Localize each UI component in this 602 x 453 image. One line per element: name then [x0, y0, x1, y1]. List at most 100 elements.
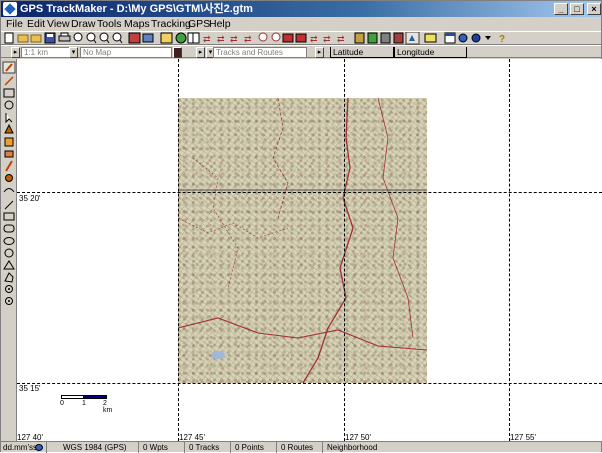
- track-icon[interactable]: [128, 32, 141, 44]
- rectangle-icon[interactable]: [3, 212, 15, 221]
- zoom-fit-icon[interactable]: [112, 32, 123, 44]
- zoom-out-icon[interactable]: [99, 32, 110, 44]
- print-icon[interactable]: [58, 32, 71, 42]
- fill-icon[interactable]: [5, 174, 13, 182]
- menu-tracking[interactable]: Tracking: [151, 17, 191, 31]
- menu-help[interactable]: Help: [209, 17, 231, 31]
- minimize-button[interactable]: _: [554, 3, 568, 15]
- target-icon[interactable]: [5, 297, 13, 305]
- longitude-label: 127 50': [345, 433, 371, 441]
- waypoint-tool-icon[interactable]: ⇄: [203, 34, 211, 44]
- pencil-icon[interactable]: [2, 61, 16, 74]
- track-edit-icon[interactable]: ⇄: [244, 34, 252, 44]
- drawing-tools: [2, 61, 16, 305]
- rotate-icon[interactable]: [4, 100, 14, 110]
- menu-file[interactable]: File: [6, 17, 23, 31]
- svg-text:⇄: ⇄: [230, 34, 238, 44]
- topo-map-image: [178, 98, 427, 383]
- route-color-icon[interactable]: [295, 33, 307, 43]
- grid-icon[interactable]: [187, 32, 200, 44]
- map-view[interactable]: 35 20' 35 15' 127 40' 127 45' 127 50' 12…: [17, 59, 602, 441]
- svg-text:⇄: ⇄: [337, 34, 345, 44]
- map-combo[interactable]: No Map: [80, 47, 172, 58]
- gps-download-icon[interactable]: [354, 32, 365, 44]
- waypoint-icon[interactable]: [4, 123, 14, 134]
- settings-icon[interactable]: [458, 33, 468, 43]
- longitude-label: 127 45': [179, 433, 205, 441]
- open-map-icon[interactable]: [30, 34, 42, 43]
- coord-arrow-button[interactable]: ▸: [315, 47, 324, 58]
- point-icon[interactable]: [5, 285, 13, 293]
- maximize-button[interactable]: □: [570, 3, 584, 15]
- split-icon[interactable]: ⇄: [337, 34, 345, 44]
- window-icon[interactable]: [444, 32, 456, 44]
- menu-draw[interactable]: Draw: [71, 17, 96, 31]
- track-tool-icon[interactable]: ⇄: [230, 34, 238, 44]
- datum-status[interactable]: WGS 1984 (GPS): [47, 442, 139, 453]
- freehand-icon[interactable]: [3, 188, 15, 193]
- svg-text:⇄: ⇄: [323, 34, 331, 44]
- status-bar: dd.mm'ss" WGS 1984 (GPS) 0 Wpts 0 Tracks…: [1, 441, 601, 453]
- circle-icon[interactable]: [4, 248, 14, 258]
- menu-tools[interactable]: Tools: [97, 17, 122, 31]
- scale-arrow-button[interactable]: ▸: [11, 47, 20, 58]
- save-icon[interactable]: [44, 32, 56, 44]
- line-icon[interactable]: [4, 200, 14, 210]
- gps-selected-icon[interactable]: [405, 32, 420, 45]
- gps-receiver-icon[interactable]: [424, 33, 437, 43]
- erase-icon[interactable]: [4, 150, 14, 158]
- brush-icon[interactable]: [5, 160, 13, 172]
- polygon-icon[interactable]: [4, 272, 14, 283]
- zoom-in-icon[interactable]: [86, 32, 97, 44]
- chevron-down-icon[interactable]: [485, 36, 491, 40]
- triangle-icon[interactable]: [3, 260, 15, 270]
- svg-text:⇄: ⇄: [217, 34, 225, 44]
- filter-icon[interactable]: ⇄: [310, 34, 318, 44]
- close-button[interactable]: ×: [587, 3, 601, 15]
- toolbar-icons: ⇄ ⇄ ⇄ ⇄ ⇄ ⇄ ⇄ ?: [4, 32, 505, 45]
- ellipse-icon[interactable]: [3, 237, 15, 245]
- points-count: 0 Points: [231, 442, 277, 453]
- latitude-label: 35 20': [19, 194, 41, 203]
- track-color-icon[interactable]: [282, 33, 294, 43]
- map-image-icon[interactable]: [160, 32, 173, 44]
- waypoints-count: 0 Wpts: [139, 442, 185, 453]
- tracks-routes-combo[interactable]: Tracks and Routes: [213, 47, 307, 58]
- menu-edit[interactable]: Edit: [27, 17, 45, 31]
- gps-device-icon[interactable]: [380, 32, 391, 44]
- color-icon[interactable]: [471, 33, 481, 43]
- route-tool-icon[interactable]: ⇄: [217, 34, 225, 44]
- layers-icon[interactable]: [142, 33, 154, 43]
- gps-upload-icon[interactable]: [367, 32, 378, 44]
- latitude-gridline: [17, 192, 602, 193]
- routes-count: 0 Routes: [277, 442, 323, 453]
- zoom-icon[interactable]: [73, 32, 83, 42]
- tracks-arrow-button[interactable]: ▸: [196, 47, 205, 58]
- main-toolbar: ⇄ ⇄ ⇄ ⇄ ⇄ ⇄ ⇄ ?: [1, 31, 601, 45]
- open-folder-icon[interactable]: [17, 34, 29, 43]
- menu-view[interactable]: View: [47, 17, 70, 31]
- menu-maps[interactable]: Maps: [124, 17, 150, 31]
- join-icon[interactable]: ⇄: [323, 34, 331, 44]
- scale-combo[interactable]: 1:1 km: [21, 47, 75, 58]
- rounded-rect-icon[interactable]: [3, 224, 15, 233]
- help-icon[interactable]: ?: [499, 34, 505, 45]
- draw-line-icon[interactable]: [4, 76, 14, 86]
- title-bar[interactable]: GPS TrackMaker - D:\My GPS\GTM\사진2.gtm _…: [1, 1, 601, 17]
- move-icon[interactable]: [4, 137, 14, 147]
- gps-track-icon[interactable]: [393, 32, 404, 44]
- menu-gps[interactable]: GPS: [188, 17, 210, 31]
- track-zoom-icon[interactable]: [258, 32, 268, 42]
- chevron-down-icon[interactable]: ▾: [69, 47, 78, 58]
- route-zoom-icon[interactable]: [271, 32, 281, 42]
- map-color-button[interactable]: [173, 47, 182, 58]
- longitude-label: Longitude: [394, 47, 467, 58]
- menu-bar: File Edit View Draw Tools Maps Tracking …: [1, 17, 601, 31]
- new-file-icon[interactable]: [4, 32, 14, 44]
- globe-icon[interactable]: [175, 32, 187, 44]
- rectangle-select-icon[interactable]: [3, 88, 15, 98]
- gps-trackmaker-logo-icon[interactable]: [3, 2, 17, 16]
- pointer-icon[interactable]: [5, 113, 13, 124]
- svg-text:⇄: ⇄: [203, 34, 211, 44]
- svg-text:?: ?: [499, 34, 505, 45]
